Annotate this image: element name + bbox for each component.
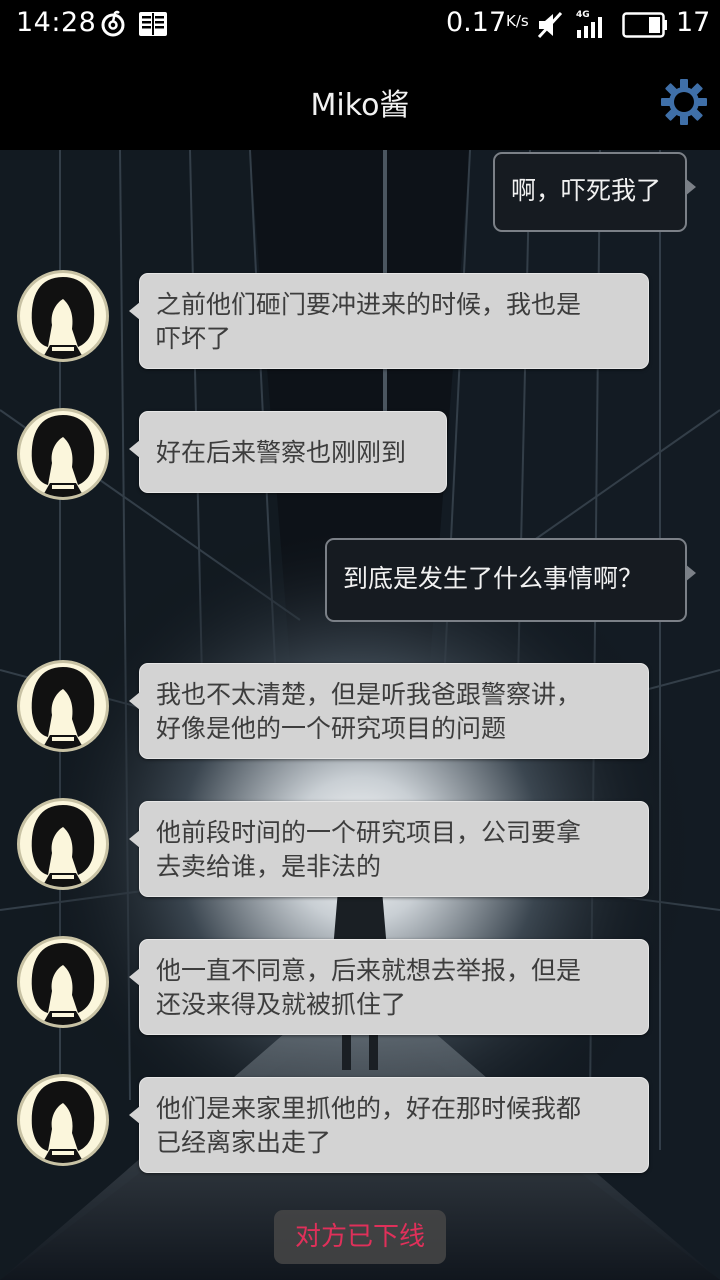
- message-text-line: 已经离家出走了: [156, 1128, 332, 1157]
- title-bar: Miko酱: [0, 50, 720, 150]
- net-speed: 0.17: [446, 7, 507, 38]
- message-text-line: 去卖给谁，是非法的: [156, 852, 382, 881]
- message-text-line: 他一直不同意，后来就想去举报，但是: [156, 956, 582, 985]
- status-time: 14:28: [16, 7, 97, 38]
- message-text-line: 还没来得及就被抓住了: [156, 990, 407, 1019]
- netease-music-icon: [100, 10, 126, 42]
- status-bar: 14:28 0.17 K/s 4G 17: [0, 0, 720, 50]
- reader-icon: [138, 10, 168, 42]
- battery-icon: [622, 12, 668, 42]
- message-text-line: 他前段时间的一个研究项目，公司要拿: [156, 818, 582, 847]
- chat-area[interactable]: 啊，吓死我了 之前他们砸门要冲进来的时候，我也是 吓坏了 好在后来警察也刚刚到: [0, 150, 720, 1280]
- offline-status-badge: 对方已下线: [274, 1210, 446, 1264]
- message-text-line: 吓坏了: [156, 324, 232, 353]
- message-text-line: 之前他们砸门要冲进来的时候，我也是: [156, 290, 582, 319]
- message-text-line: 好像是他的一个研究项目的问题: [156, 714, 507, 743]
- mute-icon: [536, 10, 564, 44]
- avatar[interactable]: [17, 408, 109, 500]
- net-speed-unit: K/s: [506, 12, 529, 30]
- avatar[interactable]: [17, 936, 109, 1028]
- avatar[interactable]: [17, 798, 109, 890]
- incoming-message-bubble[interactable]: 好在后来警察也刚刚到: [129, 411, 447, 493]
- avatar[interactable]: [17, 270, 109, 362]
- outgoing-message-bubble[interactable]: 啊，吓死我了: [493, 152, 696, 232]
- message-text: 到底是发生了什么事情啊？: [343, 564, 644, 593]
- signal-icon: 4G: [574, 8, 608, 44]
- message-text-line: 我也不太清楚，但是听我爸跟警察讲，: [156, 680, 582, 709]
- chat-title: Miko酱: [310, 88, 410, 123]
- message-text: 啊，吓死我了: [511, 176, 662, 205]
- avatar[interactable]: [17, 660, 109, 752]
- gear-icon[interactable]: [660, 78, 708, 126]
- network-type: 4G: [576, 10, 590, 20]
- incoming-message-bubble[interactable]: 他前段时间的一个研究项目，公司要拿 去卖给谁，是非法的: [129, 801, 649, 897]
- battery-level: 17: [676, 7, 711, 38]
- incoming-message-bubble[interactable]: 他一直不同意，后来就想去举报，但是 还没来得及就被抓住了: [129, 939, 649, 1035]
- incoming-message-bubble[interactable]: 他们是来家里抓他的，好在那时候我都 已经离家出走了: [129, 1077, 649, 1173]
- message-text-line: 好在后来警察也刚刚到: [156, 438, 407, 467]
- incoming-message-bubble[interactable]: 之前他们砸门要冲进来的时候，我也是 吓坏了: [129, 273, 649, 369]
- avatar[interactable]: [17, 1074, 109, 1166]
- message-text-line: 他们是来家里抓他的，好在那时候我都: [156, 1094, 582, 1123]
- incoming-message-bubble[interactable]: 我也不太清楚，但是听我爸跟警察讲， 好像是他的一个研究项目的问题: [129, 663, 649, 759]
- outgoing-message-bubble[interactable]: 到底是发生了什么事情啊？: [325, 538, 696, 622]
